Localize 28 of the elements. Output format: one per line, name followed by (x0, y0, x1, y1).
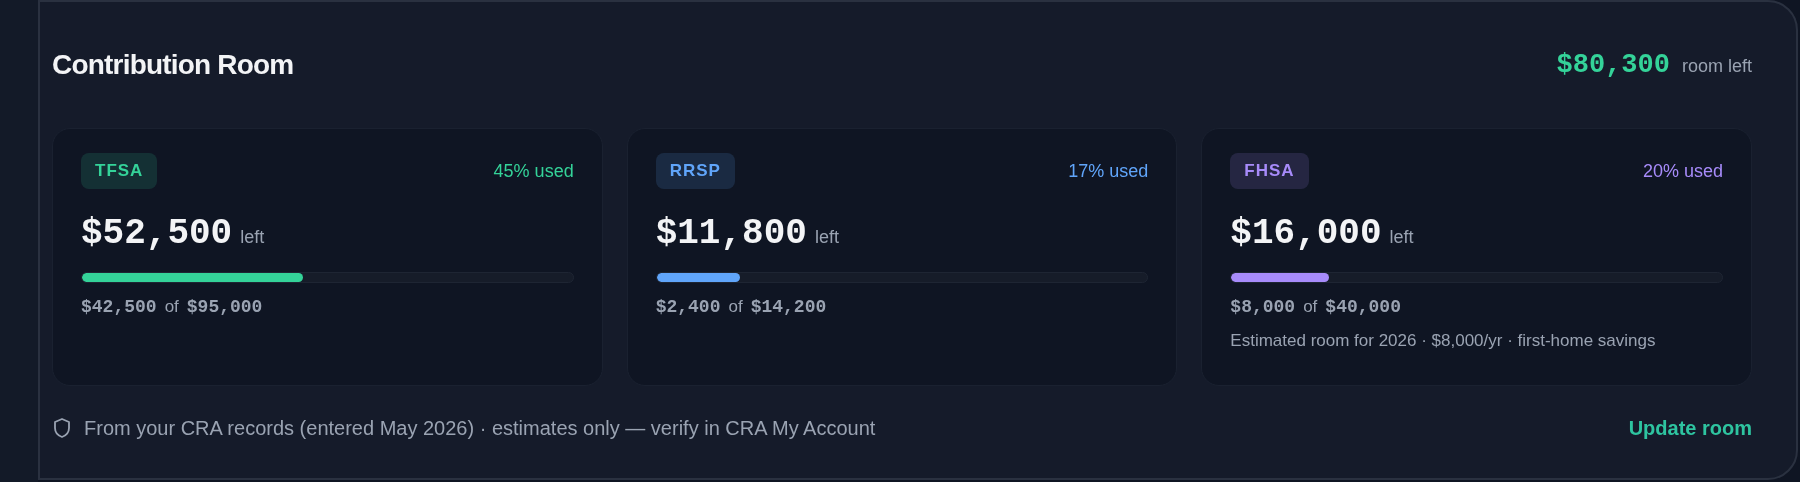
amount-left: $11,800 (655, 213, 807, 254)
limit-amount: $40,000 (1325, 297, 1401, 317)
contributed-amount: $8,000 (1230, 297, 1296, 317)
total-amount: $80,300 (1556, 50, 1670, 80)
usage-percent: 20% used (1642, 160, 1723, 182)
left-label: left (814, 227, 839, 248)
contributed-amount: $2,400 (655, 297, 721, 317)
amount-left: $52,500 (81, 213, 233, 254)
account-badge: FHSA (1230, 153, 1309, 189)
contributed-amount: $42,500 (81, 297, 157, 317)
usage-percent: 45% used (493, 160, 574, 182)
of-label: of (1303, 297, 1318, 317)
limit-amount: $95,000 (186, 297, 263, 317)
shield-icon (52, 417, 72, 439)
account-badge: RRSP (655, 153, 735, 189)
account-badge: TFSA (81, 153, 158, 189)
usage-percent: 17% used (1068, 160, 1149, 182)
footer-note: From your CRA records (entered May 2026) · estimates only — verify in CRA My Account (84, 416, 876, 440)
left-label: left (240, 227, 265, 248)
of-label: of (728, 297, 743, 317)
of-label: of (164, 297, 179, 317)
left-label: left (1389, 227, 1414, 248)
update-room-link[interactable]: Update room (1628, 416, 1752, 440)
section-title: Contribution Room (52, 49, 294, 81)
limit-amount: $14,200 (750, 297, 827, 317)
total-label: room left (1681, 56, 1752, 77)
amount-left: $16,000 (1230, 213, 1382, 254)
account-note: Estimated room for 2026 · $8,000/yr · first-home savings (1230, 331, 1657, 351)
